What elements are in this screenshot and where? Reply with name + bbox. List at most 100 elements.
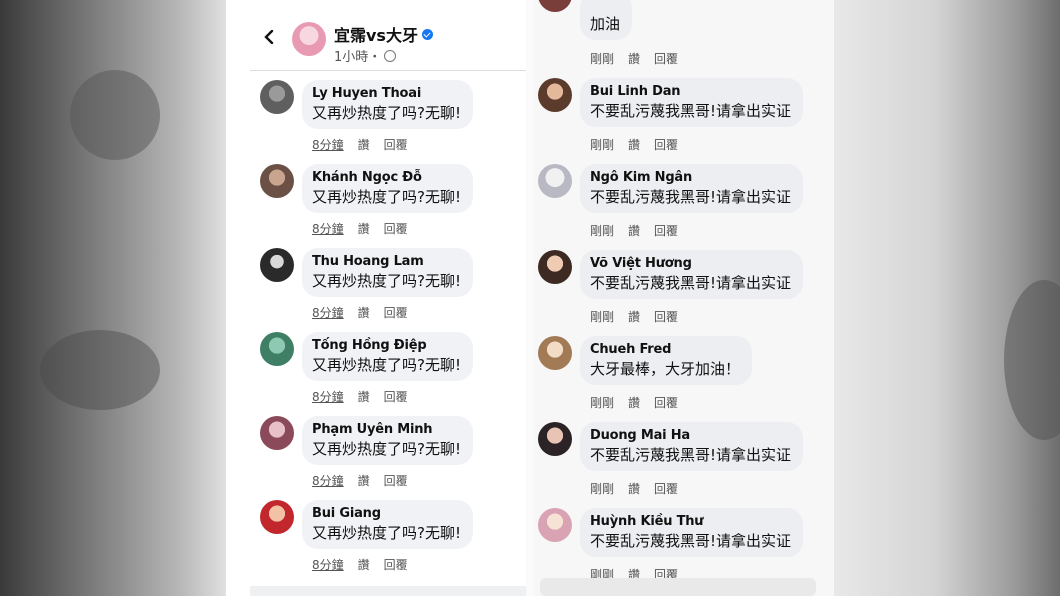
comment-text: 不要乱污蔑我黑哥!请拿出实证	[590, 188, 792, 206]
avatar[interactable]	[538, 508, 572, 542]
comment-bubble: Võ Việt Hương 不要乱污蔑我黑哥!请拿出实证	[580, 250, 804, 299]
avatar[interactable]	[538, 0, 572, 12]
reply-button[interactable]: 回覆	[654, 138, 678, 152]
reply-button[interactable]: 回覆	[384, 390, 408, 404]
comment-item: Ngô Kim Ngân 不要乱污蔑我黑哥!请拿出实证 剛剛讚回覆	[534, 162, 834, 248]
comment-input-bar	[250, 586, 526, 596]
commenter-name[interactable]: Ly Huyen Thoai	[312, 86, 461, 101]
comment-text: 又再炒热度了吗?无聊!	[312, 356, 461, 374]
comment-time[interactable]: 剛剛	[590, 138, 614, 152]
comment-actions: 剛剛讚回覆	[590, 222, 692, 239]
comment-time[interactable]: 剛剛	[590, 224, 614, 238]
comment-item: Ly Huyen Thoai 又再炒热度了吗?无聊! 8分鐘讚回覆	[226, 78, 526, 164]
avatar[interactable]	[260, 416, 294, 450]
like-button[interactable]: 讚	[628, 52, 640, 66]
comment-item: Tống Hồng Điệp 又再炒热度了吗?无聊! 8分鐘讚回覆	[226, 330, 526, 416]
like-button[interactable]: 讚	[628, 482, 640, 496]
comment-actions: 8分鐘讚回覆	[312, 304, 422, 321]
comment-time[interactable]: 8分鐘	[312, 558, 344, 572]
blurred-background-right	[834, 0, 1060, 596]
comment-item: Chueh Fred 大牙最棒，大牙加油！ 剛剛讚回覆	[534, 334, 834, 420]
reply-button[interactable]: 回覆	[384, 558, 408, 572]
comment-time[interactable]: 剛剛	[590, 482, 614, 496]
post-meta: 1小時・	[334, 46, 397, 65]
commenter-name[interactable]: Thu Hoang Lam	[312, 254, 461, 269]
like-button[interactable]: 讚	[358, 558, 370, 572]
reply-button[interactable]: 回覆	[384, 222, 408, 236]
comment-actions: 8分鐘讚回覆	[312, 136, 422, 153]
comment-time[interactable]: 剛剛	[590, 52, 614, 66]
comment-time[interactable]: 8分鐘	[312, 138, 344, 152]
commenter-name[interactable]: Bui Linh Dan	[590, 84, 791, 99]
like-button[interactable]: 讚	[358, 222, 370, 236]
avatar[interactable]	[538, 78, 572, 112]
avatar[interactable]	[260, 80, 294, 114]
commenter-name[interactable]: Tống Hồng Điệp	[312, 338, 461, 353]
back-arrow-icon[interactable]	[262, 30, 276, 44]
reply-button[interactable]: 回覆	[384, 306, 408, 320]
post-header: 宜霈vs大牙 1小時・	[226, 16, 526, 72]
avatar[interactable]	[538, 422, 572, 456]
comment-text: 又再炒热度了吗?无聊!	[312, 188, 461, 206]
reply-button[interactable]: 回覆	[384, 138, 408, 152]
like-button[interactable]: 讚	[358, 390, 370, 404]
comment-bubble: 加油	[580, 0, 633, 40]
comment-bubble: Duong Mai Ha 不要乱污蔑我黑哥!请拿出实证	[580, 422, 804, 471]
like-button[interactable]: 讚	[628, 138, 640, 152]
avatar[interactable]	[538, 250, 572, 284]
like-button[interactable]: 讚	[358, 138, 370, 152]
like-button[interactable]: 讚	[628, 396, 640, 410]
commenter-name[interactable]: Khánh Ngọc Đỗ	[312, 170, 461, 185]
page-title-row[interactable]: 宜霈vs大牙	[334, 22, 433, 46]
comment-bubble: Thu Hoang Lam 又再炒热度了吗?无聊!	[302, 248, 473, 297]
comment-time[interactable]: 8分鐘	[312, 474, 344, 488]
like-button[interactable]: 讚	[358, 474, 370, 488]
page-title[interactable]: 宜霈vs大牙	[334, 26, 418, 45]
comment-text: 不要乱污蔑我黑哥!请拿出实证	[590, 274, 792, 292]
comment-time[interactable]: 8分鐘	[312, 390, 344, 404]
comment-time[interactable]: 剛剛	[590, 396, 614, 410]
avatar[interactable]	[538, 164, 572, 198]
right-comment-panel: 加油 剛剛讚回覆 Bui Linh Dan 不要乱污蔑我黑哥!请拿出实证 剛剛讚…	[534, 0, 834, 596]
comment-item: Phạm Uyên Minh 又再炒热度了吗?无聊! 8分鐘讚回覆	[226, 414, 526, 500]
reply-button[interactable]: 回覆	[654, 52, 678, 66]
comment-actions: 8分鐘讚回覆	[312, 388, 422, 405]
avatar[interactable]	[260, 164, 294, 198]
comment-actions: 剛剛讚回覆	[590, 480, 692, 497]
comment-time[interactable]: 8分鐘	[312, 306, 344, 320]
commenter-name[interactable]: Huỳnh Kiều Thư	[590, 514, 791, 529]
globe-icon	[384, 50, 397, 62]
commenter-name[interactable]: Ngô Kim Ngân	[590, 170, 791, 185]
like-button[interactable]: 讚	[628, 224, 640, 238]
commenter-name[interactable]: Bui Giang	[312, 506, 461, 521]
verified-badge-icon	[421, 29, 433, 40]
page-avatar[interactable]	[292, 22, 326, 56]
avatar[interactable]	[538, 336, 572, 370]
reply-button[interactable]: 回覆	[654, 396, 678, 410]
commenter-name[interactable]: Phạm Uyên Minh	[312, 422, 461, 437]
like-button[interactable]: 讚	[628, 310, 640, 324]
post-time: 1小時・	[334, 50, 382, 65]
reply-button[interactable]: 回覆	[654, 224, 678, 238]
avatar[interactable]	[260, 248, 294, 282]
reply-button[interactable]: 回覆	[654, 482, 678, 496]
comment-time[interactable]: 剛剛	[590, 310, 614, 324]
comment-bubble: Tống Hồng Điệp 又再炒热度了吗?无聊!	[302, 332, 473, 381]
comment-text: 又再炒热度了吗?无聊!	[312, 440, 461, 458]
comment-bubble: Phạm Uyên Minh 又再炒热度了吗?无聊!	[302, 416, 473, 465]
reply-button[interactable]: 回覆	[384, 474, 408, 488]
avatar[interactable]	[260, 332, 294, 366]
comment-item: Bui Linh Dan 不要乱污蔑我黑哥!请拿出实证 剛剛讚回覆	[534, 76, 834, 162]
comment-time[interactable]: 8分鐘	[312, 222, 344, 236]
like-button[interactable]: 讚	[358, 306, 370, 320]
comment-text: 不要乱污蔑我黑哥!请拿出实证	[590, 102, 792, 120]
commenter-name[interactable]: Võ Việt Hương	[590, 256, 791, 271]
avatar[interactable]	[260, 500, 294, 534]
comment-item: Thu Hoang Lam 又再炒热度了吗?无聊! 8分鐘讚回覆	[226, 246, 526, 332]
commenter-name[interactable]: Chueh Fred	[590, 342, 740, 357]
comment-bubble: Ngô Kim Ngân 不要乱污蔑我黑哥!请拿出实证	[580, 164, 804, 213]
comment-actions: 8分鐘讚回覆	[312, 472, 422, 489]
commenter-name[interactable]: Duong Mai Ha	[590, 428, 791, 443]
reply-button[interactable]: 回覆	[654, 310, 678, 324]
comment-item: Bui Giang 又再炒热度了吗?无聊! 8分鐘讚回覆	[226, 498, 526, 584]
